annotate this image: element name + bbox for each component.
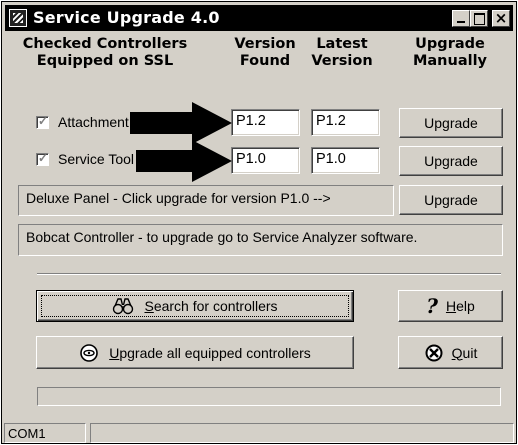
service-upgrade-window: Service Upgrade 4.0 × Checked Controller… [1,1,517,444]
header-controllers-line1: Checked Controllers [22,36,188,52]
maximize-button[interactable] [470,10,488,27]
help-button[interactable]: ? Help [398,290,503,322]
header-upgrade-manually-line1: Upgrade [415,36,485,52]
deluxe-panel-upgrade-button[interactable]: Upgrade [399,185,503,215]
help-label-rest: elp [456,298,475,314]
deluxe-panel-status: Deluxe Panel - Click upgrade for version… [18,185,394,216]
header-controllers-line2: Equipped on SSL [36,53,174,69]
attachment-upgrade-button[interactable]: Upgrade [399,108,503,138]
attachment-latest-version-field[interactable]: P1.2 [311,109,380,136]
header-latest-version-line1: Latest [316,36,368,52]
separator [37,273,501,275]
search-for-controllers-button[interactable]: Search for controllers [36,290,354,322]
header-controllers: Checked Controllers Equipped on SSL [16,36,194,70]
attachment-label: Attachment [58,114,129,130]
bobcat-controller-status: Bobcat Controller - to upgrade go to Ser… [18,224,503,256]
close-button[interactable]: × [492,9,510,27]
pointer-arrow-icon [130,102,232,144]
help-button-label: Help [446,298,475,314]
upgrade-all-button-label: Upgrade all equipped controllers [109,345,311,361]
header-upgrade-manually-line2: Manually [412,53,488,69]
disk-icon [80,343,99,362]
app-icon [9,9,27,27]
quit-button-label: Quit [452,345,478,361]
header-version-found-line2: Found [239,53,291,69]
service-tool-label: Service Tool [58,151,135,167]
upgrade-all-label-rest: pgrade all equipped controllers [119,344,311,361]
quit-icon [425,344,443,361]
quit-mnemonic: Q [451,344,463,361]
close-icon: × [494,9,508,27]
header-latest-version-line2: Version [311,53,373,69]
question-icon: ? [426,294,438,318]
help-mnemonic: H [445,298,457,314]
header-latest-version: Latest Version [302,36,382,70]
status-message [90,423,514,443]
header-version-found: Version Found [222,36,308,70]
minimize-button[interactable] [452,10,470,27]
status-bar: COM1 [2,421,516,443]
service-tool-upgrade-button[interactable]: Upgrade [399,146,503,176]
check-icon: ✓ [37,151,49,165]
quit-button[interactable]: Quit [398,336,503,369]
title-bar: Service Upgrade 4.0 × [5,5,513,31]
attachment-version-found-field[interactable]: P1.2 [231,109,300,136]
header-upgrade-manually: Upgrade Manually [400,36,500,70]
service-tool-version-found-field[interactable]: P1.0 [231,147,300,174]
status-com-port: COM1 [4,423,86,443]
progress-bar [37,387,501,406]
pointer-arrow-icon [136,140,232,182]
upgrade-all-mnemonic: U [109,344,120,361]
check-icon: ✓ [37,114,49,128]
service-tool-latest-version-field[interactable]: P1.0 [311,147,380,174]
focus-rectangle [41,295,349,317]
upgrade-all-button[interactable]: Upgrade all equipped controllers [36,336,354,369]
window-title: Service Upgrade 4.0 [33,8,220,27]
quit-label-rest: uit [462,344,478,361]
attachment-checkbox[interactable]: ✓ [36,114,49,129]
header-version-found-line1: Version [234,36,296,52]
service-tool-checkbox[interactable]: ✓ [36,151,49,166]
